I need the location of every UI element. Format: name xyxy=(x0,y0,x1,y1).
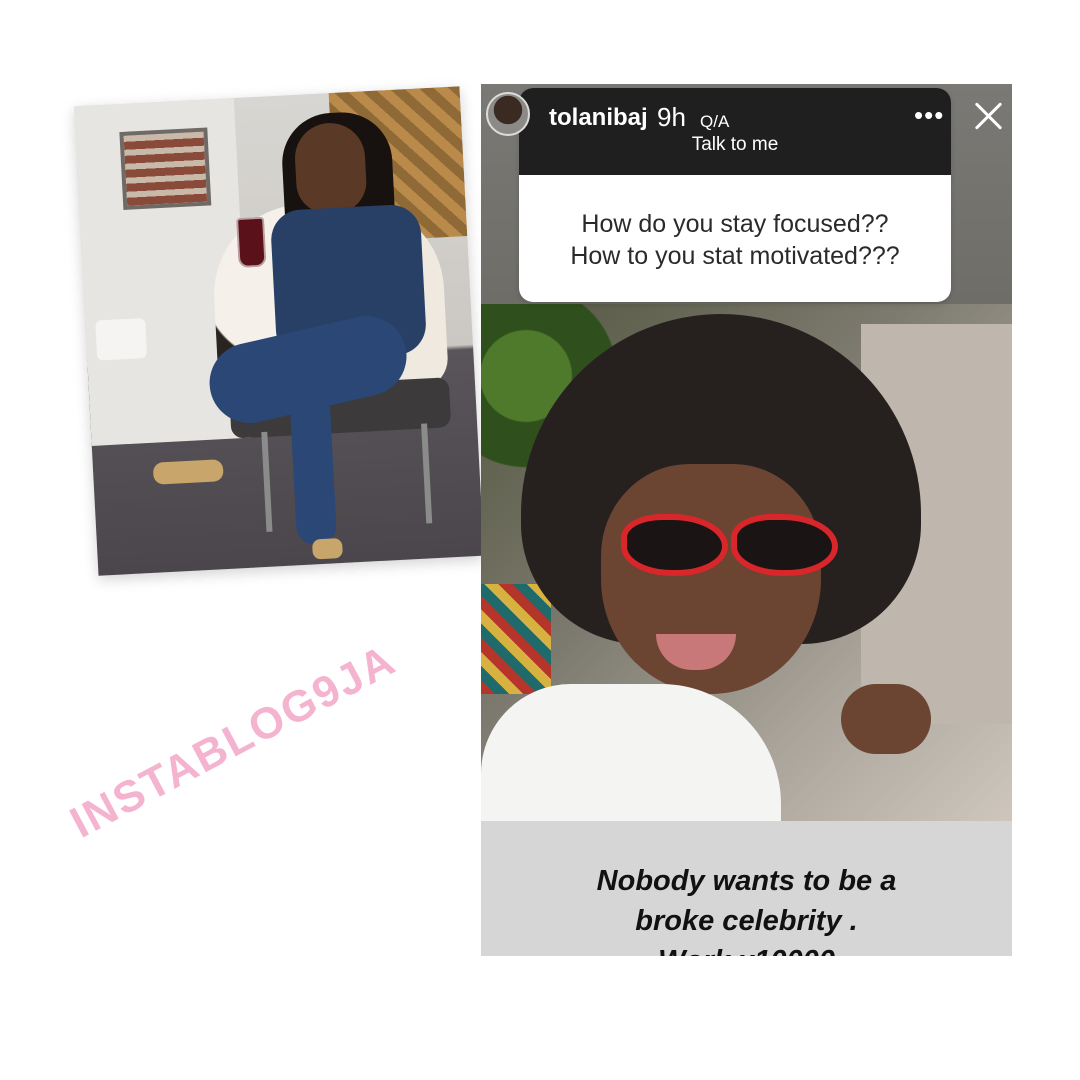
avatar[interactable] xyxy=(486,92,530,136)
qa-prompt: Talk to me xyxy=(691,134,779,155)
photo-person-shoe xyxy=(152,459,224,485)
username[interactable]: tolanibaj xyxy=(549,104,648,132)
caption-line: Work x10000 xyxy=(481,941,1012,956)
photo-art-frame xyxy=(481,584,551,694)
instagram-story: tolanibaj 9h Q/A ••• Talk to me How do y… xyxy=(481,84,1012,956)
caption-line: Nobody wants to be a xyxy=(596,865,897,897)
photo-person-head xyxy=(293,121,368,215)
watermark: INSTABLOG9JA xyxy=(62,635,404,848)
caption-text: Nobody wants to be a broke celebrity . W… xyxy=(481,861,1012,956)
question-line: How to you stat motivated??? xyxy=(570,242,900,270)
qa-card-header: tolanibaj 9h Q/A ••• Talk to me xyxy=(519,88,951,175)
photo-chair-leg xyxy=(421,423,433,524)
post-time: 9h xyxy=(657,102,686,132)
photo-shirt xyxy=(481,684,781,844)
photo-window xyxy=(119,127,212,210)
photo-fist xyxy=(841,684,931,754)
left-photo xyxy=(73,86,485,576)
photo-person-shoe xyxy=(311,537,343,560)
story-header: tolanibaj 9h Q/A ••• Talk to me How do y… xyxy=(481,84,1012,302)
story-photo xyxy=(481,304,1012,844)
qa-card: tolanibaj 9h Q/A ••• Talk to me How do y… xyxy=(519,88,951,302)
close-icon[interactable] xyxy=(971,98,1007,134)
caption-area: Nobody wants to be a broke celebrity . W… xyxy=(481,821,1012,956)
photo-person-shin xyxy=(288,383,338,546)
wine-glass xyxy=(236,216,267,269)
photo-chair-leg xyxy=(261,431,273,532)
qa-tag: Q/A xyxy=(700,112,730,131)
question-line: How do you stay focused?? xyxy=(581,210,889,238)
photo-table xyxy=(95,317,148,361)
sunglasses-lens xyxy=(621,514,728,576)
question-text: How do you stay focused?? How to you sta… xyxy=(519,208,951,272)
more-icon[interactable]: ••• xyxy=(914,100,944,131)
caption-line: broke celebrity . xyxy=(635,905,858,937)
sunglasses-lens xyxy=(731,514,838,576)
sunglasses xyxy=(621,514,838,576)
